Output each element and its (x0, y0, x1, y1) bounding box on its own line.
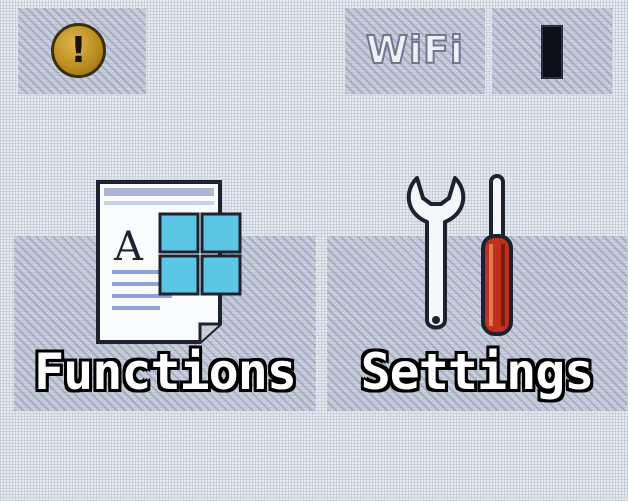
alert-symbol: ! (70, 30, 87, 71)
settings-label: Settings (360, 343, 595, 401)
svg-text:A: A (113, 224, 144, 270)
wifi-button[interactable]: WiFi (345, 8, 485, 94)
battery-status[interactable] (492, 8, 612, 94)
alert-button[interactable]: ! (18, 8, 146, 94)
battery-icon (541, 25, 563, 79)
wifi-label: WiFi (365, 27, 464, 73)
alert-icon: ! (51, 23, 106, 78)
functions-icon: A (90, 174, 260, 374)
settings-icon (405, 170, 545, 340)
